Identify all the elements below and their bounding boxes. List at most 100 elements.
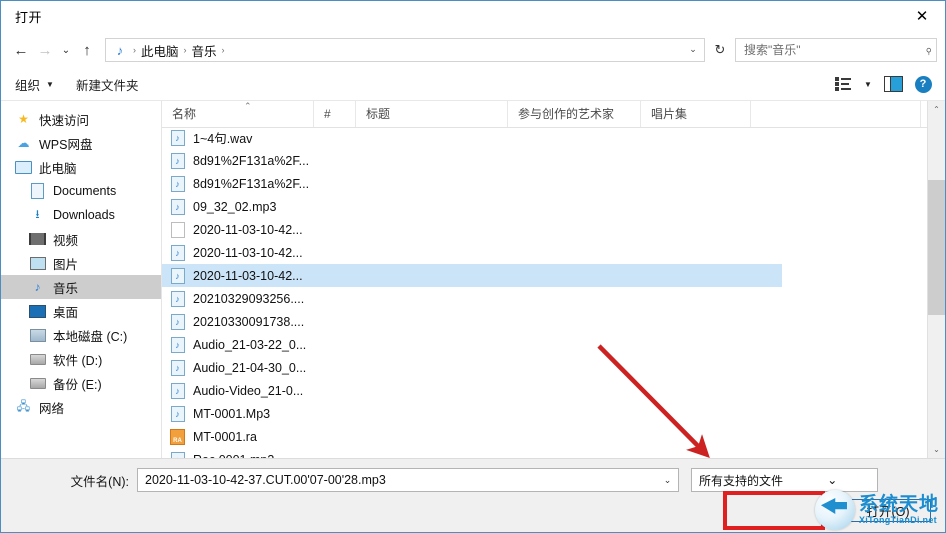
command-bar: 组织 ▼ 新建文件夹 ▼ ? [1,68,945,100]
filetype-dropdown-icon[interactable]: ⌄ [785,473,876,487]
breadcrumb-item-this-pc[interactable]: 此电脑 [137,41,183,60]
filetype-select[interactable]: 所有支持的文件 (*.mkv;*.mka; ⌄ [691,468,878,492]
mp3-file-icon: ♪ [170,336,185,353]
table-row[interactable]: ♪ 2020-11-03-10-42... [162,264,782,287]
chevron-up-icon: ⌃ [933,105,940,114]
column-headers: ⌃ 名称 # 标题 参与创作的艺术家 唱片集 [162,101,927,128]
sidebar-item-label: 软件 (D:) [53,353,103,368]
preview-pane-button[interactable] [879,72,907,96]
table-row[interactable]: ♪ 09_32_02.mp3 [162,195,927,218]
sidebar-item-2[interactable]: 此电脑 [1,155,161,179]
sidebar-item-9[interactable]: 本地磁盘 (C:) [1,323,161,347]
sidebar-item-label: 视频 [53,233,79,248]
command-bar-right: ▼ ? [829,68,937,100]
filename-input[interactable] [140,472,659,488]
scroll-up-button[interactable]: ⌃ [928,101,945,118]
up-button[interactable]: ↑ [75,38,99,62]
breadcrumb-item-music[interactable]: 音乐 [188,41,221,60]
sidebar-item-11[interactable]: 备份 (E:) [1,371,161,395]
view-dropdown-button[interactable]: ▼ [859,72,877,96]
refresh-icon: ↻ [714,42,726,57]
recent-locations-button[interactable]: ⌄ [57,38,75,62]
scroll-down-button[interactable]: ⌄ [928,441,945,458]
file-name: 8d91%2F131a%2F... [193,176,310,191]
open-button[interactable]: 打开(O) [845,499,931,522]
search-input[interactable] [740,42,925,58]
help-icon: ? [914,75,932,93]
file-list-scrollbar[interactable]: ⌃ ⌄ [927,101,945,458]
star-icon: ★ [18,112,29,126]
help-button[interactable]: ? [909,72,937,96]
table-row[interactable]: ♪Rec 0001.mp3 [162,448,927,458]
file-name: 2020-11-03-10-42... [193,245,303,260]
column-header-5[interactable] [751,101,921,127]
close-button[interactable]: ✕ [899,1,945,31]
sidebar-item-10[interactable]: 软件 (D:) [1,347,161,371]
filename-field[interactable]: ⌄ [137,468,679,492]
column-header-0[interactable]: 名称 [162,101,314,127]
chevron-down-icon: ⌄ [933,445,940,454]
organize-button[interactable]: 组织 ▼ [15,75,54,94]
search-box[interactable]: ⌕ [735,38,937,62]
title-bar: 打开 ✕ [1,1,945,32]
view-list-icon [835,77,851,91]
file-rows: ♪1~4句.mp3♪1~4句.wav♪8d91%2F131a%2F...♪8d9… [162,128,927,458]
sidebar-item-4[interactable]: ⭳ Downloads [1,203,161,227]
ra-file-icon: RA [170,428,185,445]
breadcrumb-dropdown-icon[interactable]: ⌄ [684,39,702,59]
new-folder-button[interactable]: 新建文件夹 [76,75,139,94]
file-name: 20210329093256.... [193,291,305,306]
sidebar-item-3[interactable]: Documents [1,179,161,203]
sidebar-item-12[interactable]: 🖧 网络 [1,395,161,419]
column-header-4[interactable]: 唱片集 [641,101,751,127]
sidebar-item-6[interactable]: 图片 [1,251,161,275]
network-icon: 🖧 [16,398,31,413]
sidebar-item-label: 快速访问 [39,113,90,128]
change-view-button[interactable] [829,72,857,96]
open-button-highlight-annotation [723,491,825,530]
file-name: MT-0001.Mp3 [193,406,271,421]
column-header-2[interactable]: 标题 [356,101,508,127]
table-row[interactable]: ♪ Audio-Video_21-0... [162,379,927,402]
table-row[interactable]: RA MT-0001.ra [162,425,927,448]
cloud-icon: ☁ [17,136,30,150]
table-row[interactable]: 2020-11-03-10-42... [162,218,927,241]
table-row[interactable]: ♪ MT-0001.Mp3 [162,402,927,425]
table-row[interactable]: ♪ 8d91%2F131a%2F... [162,149,927,172]
mp3-file-icon: ♪ [170,405,185,422]
table-row[interactable]: ♪ 20210329093256.... [162,287,927,310]
sidebar-item-0[interactable]: ★ 快速访问 [1,107,161,131]
file-name: 2020-11-03-10-42... [193,268,303,283]
sidebar-item-5[interactable]: 视频 [1,227,161,251]
back-button[interactable]: ← [9,38,33,62]
mp3-file-icon: ♪ [170,267,185,284]
breadcrumb[interactable]: ♪ › 此电脑 › 音乐 › ⌄ [105,38,705,62]
close-icon: ✕ [915,7,929,25]
up-arrow-icon: ↑ [83,41,91,59]
sidebar-item-1[interactable]: ☁ WPS网盘 [1,131,161,155]
column-header-1[interactable]: # [314,101,356,127]
file-name: Audio-Video_21-0... [193,383,304,398]
drive-icon [29,351,46,367]
table-row[interactable]: ♪ Audio_21-04-30_0... [162,356,927,379]
dialog-footer: 文件名(N): ⌄ 所有支持的文件 (*.mkv;*.mka; ⌄ 打开(O) … [1,458,945,532]
refresh-button[interactable]: ↻ [709,39,731,61]
sidebar-item-7[interactable]: ♪ 音乐 [1,275,161,299]
table-row[interactable]: ♪ 8d91%2F131a%2F... [162,172,927,195]
scrollbar-thumb[interactable] [928,180,945,315]
forward-button[interactable]: → [33,38,57,62]
chevron-down-icon: ▼ [46,79,54,89]
table-row[interactable]: ♪ Audio_21-03-22_0... [162,333,927,356]
scrollbar-track[interactable] [928,118,945,441]
table-row[interactable]: ♪ 20210330091738.... [162,310,927,333]
column-header-3[interactable]: 参与创作的艺术家 [508,101,641,127]
file-name: 2020-11-03-10-42... [193,222,303,237]
table-row[interactable]: ♪ 1~4句.wav [162,128,927,149]
filename-label: 文件名(N): [70,474,129,489]
table-row[interactable]: ♪ 2020-11-03-10-42... [162,241,927,264]
dialog-title: 打开 [15,10,43,25]
filename-dropdown-icon[interactable]: ⌄ [659,475,676,486]
open-file-dialog: 打开 ✕ ← → ⌄ ↑ ♪ › 此电脑 › 音乐 › ⌄ ↻ 搜索"音乐" ⌕… [0,0,946,533]
music-icon: ♪ [34,280,41,294]
sidebar-item-8[interactable]: 桌面 [1,299,161,323]
